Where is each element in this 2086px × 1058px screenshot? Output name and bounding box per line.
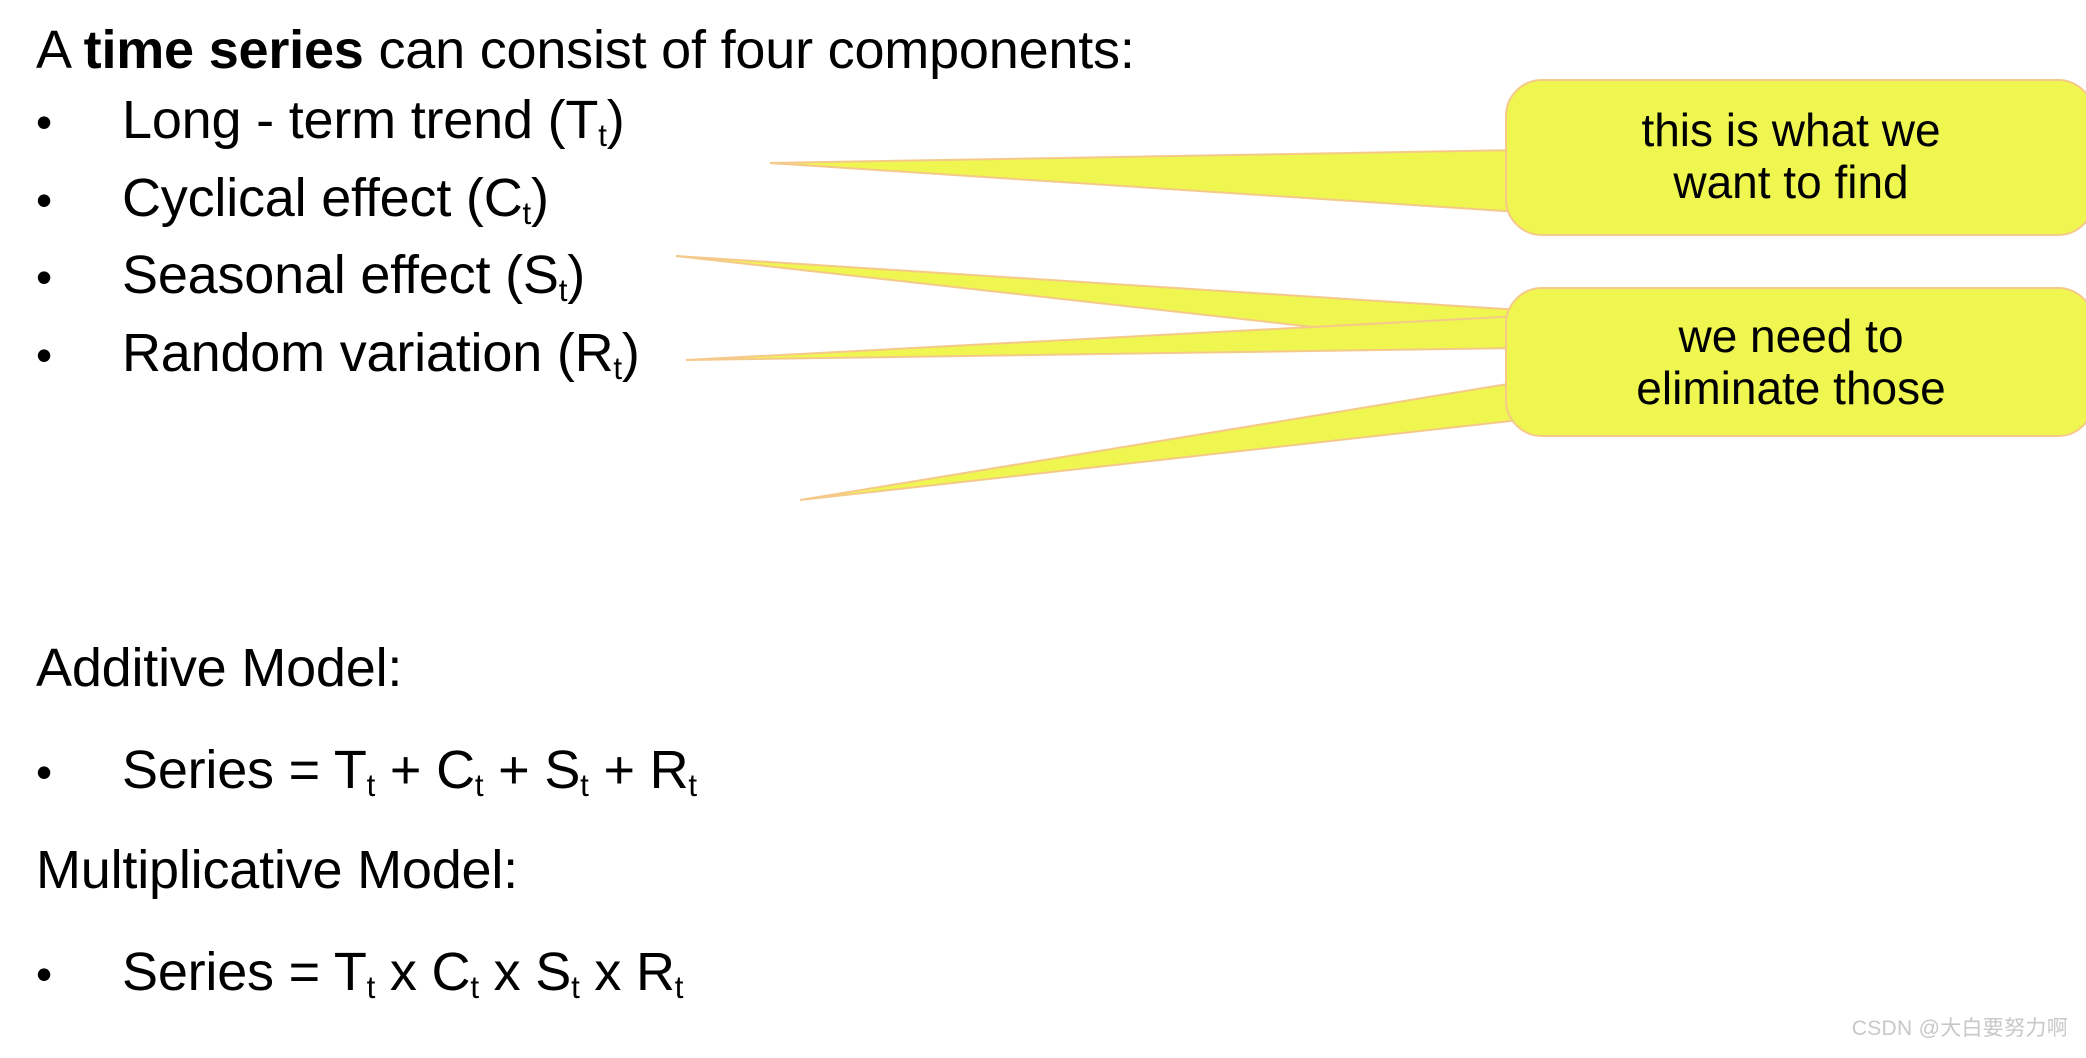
formula-subscript: t [580, 767, 589, 803]
slide-canvas: A time series can consist of four compon… [0, 0, 2086, 1058]
formula-part: Series = T [122, 740, 367, 800]
multiplicative-model-formula-row: • Series = Tt x Ct x St x Rt [36, 942, 683, 1004]
callout-label-want-to-find: this is what we want to find [1641, 104, 1941, 209]
formula-part: x C [375, 942, 471, 1002]
component-subscript: t [558, 272, 568, 308]
component-name: Cyclical effect (C [122, 168, 523, 228]
list-item-label: Seasonal effect (St) [122, 245, 585, 307]
slide-text-layer: A time series can consist of four compon… [0, 0, 2086, 1058]
bullet-marker-icon: • [36, 746, 53, 798]
list-item-random-variation: • Random variation (Rt) [36, 323, 640, 385]
formula-subscript: t [688, 767, 697, 803]
formula-subscript: t [366, 969, 376, 1005]
additive-model-formula-row: • Series = Tt + Ct + St + Rt [36, 740, 697, 802]
list-item-label: Long - term trend (Tt) [122, 90, 625, 152]
slide-title-prefix: A [36, 20, 84, 80]
formula-subscript: t [366, 767, 376, 803]
slide-title-suffix: can consist of four components: [363, 20, 1135, 80]
formula-subscript: t [470, 969, 479, 1005]
formula-part: + R [588, 740, 689, 800]
list-item-seasonal-effect: • Seasonal effect (St) [36, 245, 585, 307]
additive-model-formula: Series = Tt + Ct + St + Rt [122, 740, 697, 802]
list-item-long-term-trend: • Long - term trend (Tt) [36, 90, 625, 152]
formula-subscript: t [571, 969, 580, 1005]
list-item-label: Cyclical effect (Ct) [122, 168, 549, 230]
formula-part: + C [375, 740, 475, 800]
callout-label-eliminate-those: we need to eliminate those [1636, 310, 1946, 415]
multiplicative-model-heading: Multiplicative Model: [36, 840, 518, 900]
formula-part: x S [478, 942, 572, 1002]
component-close-paren: ) [567, 245, 585, 305]
bullet-marker-icon: • [36, 329, 53, 381]
watermark: CSDN @大白要努力啊 [1851, 1017, 2068, 1040]
additive-model-heading: Additive Model: [36, 638, 403, 698]
component-close-paren: ) [621, 323, 640, 383]
component-close-paren: ) [531, 168, 549, 228]
component-close-paren: ) [606, 90, 625, 150]
component-name: Long - term trend (T [122, 90, 599, 150]
formula-subscript: t [674, 969, 684, 1005]
slide-title: A time series can consist of four compon… [36, 22, 1135, 79]
formula-part: + S [483, 740, 581, 800]
formula-part: Series = T [122, 942, 367, 1002]
slide-title-emphasis: time series [83, 20, 364, 80]
bullet-marker-icon: • [36, 96, 53, 148]
component-name: Seasonal effect (S [122, 245, 559, 305]
bullet-marker-icon: • [36, 174, 53, 226]
multiplicative-model-formula: Series = Tt x Ct x St x Rt [122, 942, 683, 1004]
list-item-label: Random variation (Rt) [122, 323, 640, 385]
bullet-marker-icon: • [36, 251, 53, 303]
component-subscript: t [613, 350, 622, 386]
list-item-cyclical-effect: • Cyclical effect (Ct) [36, 168, 549, 230]
component-subscript: t [598, 117, 607, 153]
formula-part: x R [579, 942, 675, 1002]
bullet-marker-icon: • [36, 948, 53, 1000]
component-name: Random variation (R [122, 323, 614, 383]
component-subscript: t [522, 195, 532, 231]
formula-subscript: t [474, 767, 484, 803]
